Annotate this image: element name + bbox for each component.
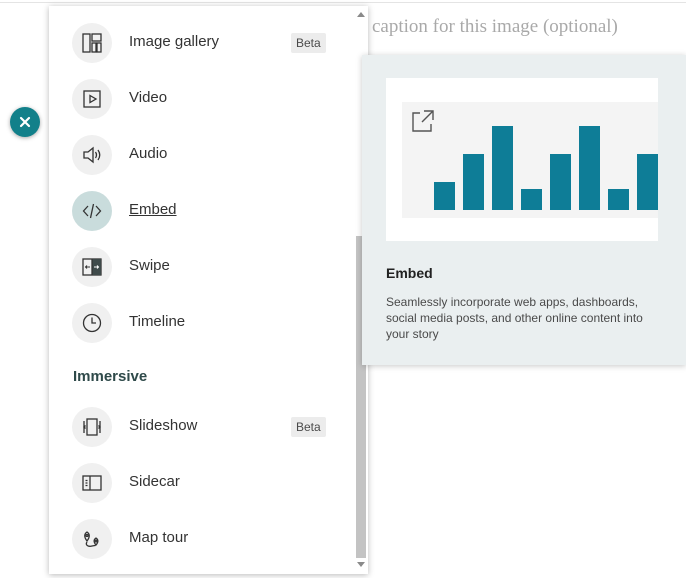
preview-title: Embed [386,265,433,281]
close-icon [19,116,31,128]
sidecar-icon [72,463,112,503]
beta-badge: Beta [291,417,326,437]
menu-item-label: Embed [129,201,177,218]
video-icon [72,79,112,119]
timeline-icon [72,303,112,343]
audio-icon [72,135,112,175]
embed-icon [72,191,112,231]
menu-item-swipe[interactable]: Swipe [49,239,353,295]
scroll-down-arrow-icon[interactable] [357,562,365,567]
preview-bar [434,182,455,210]
preview-bar [637,154,658,210]
preview-bar [608,189,629,210]
map-tour-icon [72,519,112,559]
preview-bar-chart [402,102,658,218]
embed-preview-panel: Embed Seamlessly incorporate web apps, d… [362,55,686,365]
preview-bar [521,189,542,210]
menu-item-label: Map tour [129,529,189,546]
preview-description: Seamlessly incorporate web apps, dashboa… [386,295,643,341]
preview-bar [579,126,600,210]
scroll-up-arrow-icon[interactable] [357,12,365,17]
menu-item-label: Timeline [129,313,186,330]
block-menu: Image gallery Beta Video Audio Embed Swi… [49,6,368,574]
preview-bar [463,154,484,210]
caption-placeholder[interactable]: caption for this image (optional) [372,16,618,38]
preview-bar [550,154,571,210]
close-button[interactable] [10,107,40,137]
preview-bar [492,126,513,210]
swipe-icon [72,247,112,287]
slideshow-icon [72,407,112,447]
top-divider [0,2,686,3]
menu-item-label: Swipe [129,257,170,274]
menu-item-audio[interactable]: Audio [49,127,353,183]
menu-item-slideshow[interactable]: Slideshow Beta [49,399,353,455]
menu-item-label: Audio [129,145,168,162]
menu-item-sidecar[interactable]: Sidecar [49,455,353,511]
menu-item-label: Image gallery [129,33,220,50]
menu-item-video[interactable]: Video [49,71,353,127]
menu-item-image-gallery[interactable]: Image gallery Beta [49,15,353,71]
menu-item-timeline[interactable]: Timeline [49,295,353,351]
menu-item-embed[interactable]: Embed [49,183,353,239]
menu-item-label: Video [129,89,168,106]
menu-item-label: Slideshow [129,417,198,434]
menu-item-map-tour[interactable]: Map tour [49,511,353,567]
embed-preview-image [386,78,658,241]
menu-item-label: Sidecar [129,473,180,490]
image-gallery-icon [72,23,112,63]
section-heading-immersive: Immersive [73,368,148,385]
beta-badge: Beta [291,33,326,53]
